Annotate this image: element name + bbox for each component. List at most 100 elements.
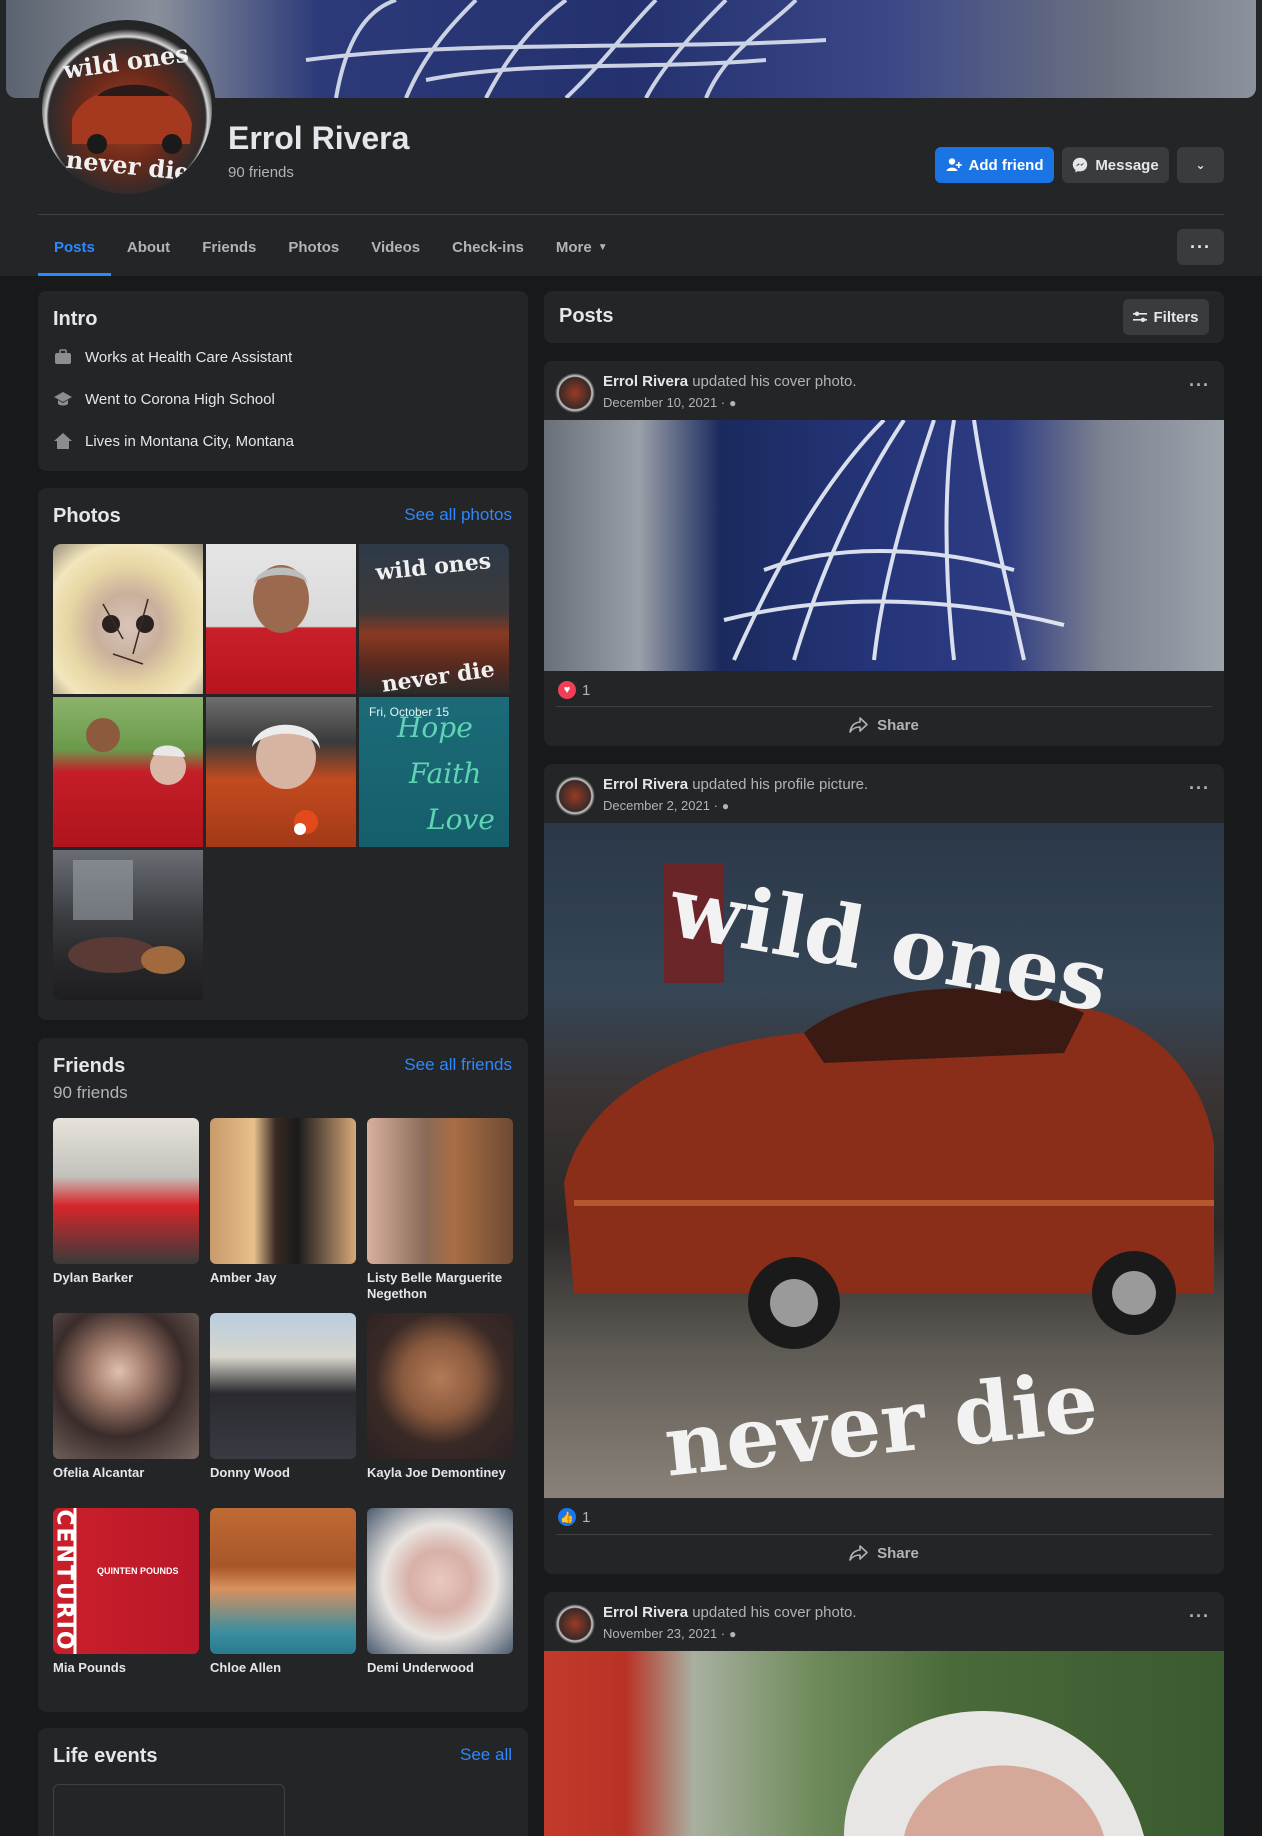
friend-item[interactable]: CENTURIO QUINTEN POUNDS Mia Pounds bbox=[53, 1508, 199, 1676]
tab-posts[interactable]: Posts bbox=[38, 218, 111, 276]
photo-thumbnail[interactable] bbox=[53, 544, 203, 694]
filters-button[interactable]: Filters bbox=[1123, 299, 1209, 335]
tab-about[interactable]: About bbox=[111, 218, 186, 276]
add-friend-label: Add friend bbox=[968, 156, 1044, 174]
photo-thumbnail[interactable]: Fri, October 15 Hope Faith Love bbox=[359, 697, 509, 847]
post-reactions[interactable]: ♥ 1 bbox=[558, 681, 590, 699]
messenger-icon bbox=[1073, 157, 1088, 173]
post-action: updated his cover photo. bbox=[692, 373, 857, 390]
post-reactions[interactable]: 👍 1 bbox=[558, 1508, 590, 1526]
post-header: Errol Rivera updated his cover photo. No… bbox=[544, 1592, 1224, 1652]
photo-thumbnail[interactable] bbox=[53, 850, 203, 1000]
tab-friends[interactable]: Friends bbox=[186, 218, 272, 276]
post-options-button[interactable]: ··· bbox=[1189, 1606, 1210, 1627]
post-date: December 2, 2021 · ● bbox=[603, 798, 729, 813]
share-icon bbox=[849, 717, 868, 733]
share-button[interactable]: Share bbox=[544, 1535, 1224, 1571]
friend-name: Dylan Barker bbox=[53, 1270, 134, 1285]
friend-name: Chloe Allen bbox=[210, 1660, 282, 1675]
post-author-avatar[interactable] bbox=[555, 373, 595, 413]
share-label: Share bbox=[877, 1544, 919, 1562]
post-timestamp[interactable]: November 23, 2021 · bbox=[603, 1626, 725, 1641]
photos-title: Photos bbox=[53, 505, 121, 527]
reaction-count: 1 bbox=[582, 681, 591, 699]
filters-icon bbox=[1133, 311, 1148, 322]
header-divider bbox=[38, 214, 1224, 215]
post-image[interactable]: wild ones never die bbox=[544, 823, 1224, 1498]
ellipsis-icon: ··· bbox=[1189, 778, 1210, 798]
friend-name: Ofelia Alcantar bbox=[53, 1465, 145, 1480]
caret-down-icon: ▼ bbox=[597, 241, 608, 253]
tab-more[interactable]: More ▼ bbox=[540, 218, 624, 276]
chevron-down-icon: ⌄ bbox=[1195, 158, 1206, 172]
svg-text:never die: never die bbox=[380, 656, 496, 694]
intro-location: Lives in Montana City, Montana bbox=[53, 431, 294, 451]
tab-videos[interactable]: Videos bbox=[355, 218, 436, 276]
mia-card-sub: QUINTEN POUNDS bbox=[97, 1566, 179, 1576]
see-all-life-events-link[interactable]: See all bbox=[460, 1745, 512, 1765]
post-date: December 10, 2021 · ● bbox=[603, 395, 736, 410]
add-person-icon bbox=[946, 158, 962, 171]
photo-thumbnail[interactable]: wild ones never die bbox=[359, 544, 509, 698]
add-friend-button[interactable]: Add friend bbox=[935, 147, 1054, 183]
friend-item[interactable]: Listy Belle Marguerite Negethon bbox=[367, 1118, 513, 1302]
profile-options-button[interactable]: ⌄ bbox=[1177, 147, 1224, 183]
friend-name: Listy Belle Marguerite Negethon bbox=[367, 1270, 503, 1301]
post-card: Errol Rivera updated his cover photo. De… bbox=[544, 361, 1224, 746]
friend-photo bbox=[367, 1508, 513, 1654]
friend-item[interactable]: Dylan Barker bbox=[53, 1118, 199, 1286]
post-options-button[interactable]: ··· bbox=[1189, 778, 1210, 799]
photo-thumbnail[interactable] bbox=[53, 697, 203, 847]
ellipsis-icon: ··· bbox=[1189, 1606, 1210, 1626]
tab-photos[interactable]: Photos bbox=[272, 218, 355, 276]
post-timestamp[interactable]: December 2, 2021 · bbox=[603, 798, 718, 813]
photo-thumbnail[interactable] bbox=[206, 697, 356, 847]
post-options-button[interactable]: ··· bbox=[1189, 375, 1210, 396]
tab-check-ins[interactable]: Check-ins bbox=[436, 218, 540, 276]
intro-title: Intro bbox=[53, 308, 98, 330]
post-author-avatar[interactable] bbox=[555, 776, 595, 816]
friend-photo bbox=[367, 1118, 513, 1264]
post-title-line: Errol Rivera updated his cover photo. bbox=[603, 373, 857, 390]
profile-friend-count[interactable]: 90 friends bbox=[228, 164, 294, 181]
share-icon bbox=[849, 1545, 868, 1561]
friends-card: Friends 90 friends See all friends Dylan… bbox=[38, 1038, 528, 1712]
friend-item[interactable]: Donny Wood bbox=[210, 1313, 356, 1481]
see-all-friends-link[interactable]: See all friends bbox=[404, 1055, 512, 1075]
friend-name: Demi Underwood bbox=[367, 1660, 474, 1675]
message-button[interactable]: Message bbox=[1062, 147, 1169, 183]
globe-icon: ● bbox=[729, 1626, 737, 1641]
friend-item[interactable]: Amber Jay bbox=[210, 1118, 356, 1286]
post-image[interactable] bbox=[544, 420, 1224, 671]
reaction-count: 1 bbox=[582, 1508, 591, 1526]
post-author-name[interactable]: Errol Rivera bbox=[603, 373, 688, 390]
post-card: Errol Rivera updated his cover photo. No… bbox=[544, 1592, 1224, 1836]
see-all-photos-link[interactable]: See all photos bbox=[404, 505, 512, 525]
friend-item[interactable]: Kayla Joe Demontiney bbox=[367, 1313, 513, 1481]
post-author-name[interactable]: Errol Rivera bbox=[603, 776, 688, 793]
friend-item[interactable]: Chloe Allen bbox=[210, 1508, 356, 1676]
photo-thumbnail[interactable] bbox=[206, 544, 356, 694]
friend-item[interactable]: Demi Underwood bbox=[367, 1508, 513, 1676]
friend-name: Mia Pounds bbox=[53, 1660, 126, 1675]
profile-avatar[interactable]: wild ones never die bbox=[38, 20, 216, 198]
like-reaction-icon: 👍 bbox=[558, 1508, 576, 1526]
home-icon bbox=[53, 431, 73, 451]
friend-item[interactable]: Ofelia Alcantar bbox=[53, 1313, 199, 1481]
post-timestamp[interactable]: December 10, 2021 · bbox=[603, 395, 725, 410]
profile-name: Errol Rivera bbox=[228, 120, 410, 156]
intro-education: Went to Corona High School bbox=[53, 389, 275, 409]
post-author-name[interactable]: Errol Rivera bbox=[603, 1604, 688, 1621]
friends-count: 90 friends bbox=[53, 1083, 128, 1102]
post-header: Errol Rivera updated his cover photo. De… bbox=[544, 361, 1224, 421]
friend-name: Donny Wood bbox=[210, 1465, 290, 1480]
post-author-avatar[interactable] bbox=[555, 1604, 595, 1644]
share-button[interactable]: Share bbox=[544, 707, 1224, 743]
post-header: Errol Rivera updated his profile picture… bbox=[544, 764, 1224, 824]
globe-icon: ● bbox=[729, 395, 737, 410]
life-event-item[interactable] bbox=[53, 1784, 285, 1836]
life-events-card: Life events See all bbox=[38, 1728, 528, 1836]
avatar-text-top: wild ones bbox=[60, 38, 190, 84]
more-options-button[interactable]: ··· bbox=[1177, 229, 1224, 265]
post-image[interactable] bbox=[544, 1651, 1224, 1836]
